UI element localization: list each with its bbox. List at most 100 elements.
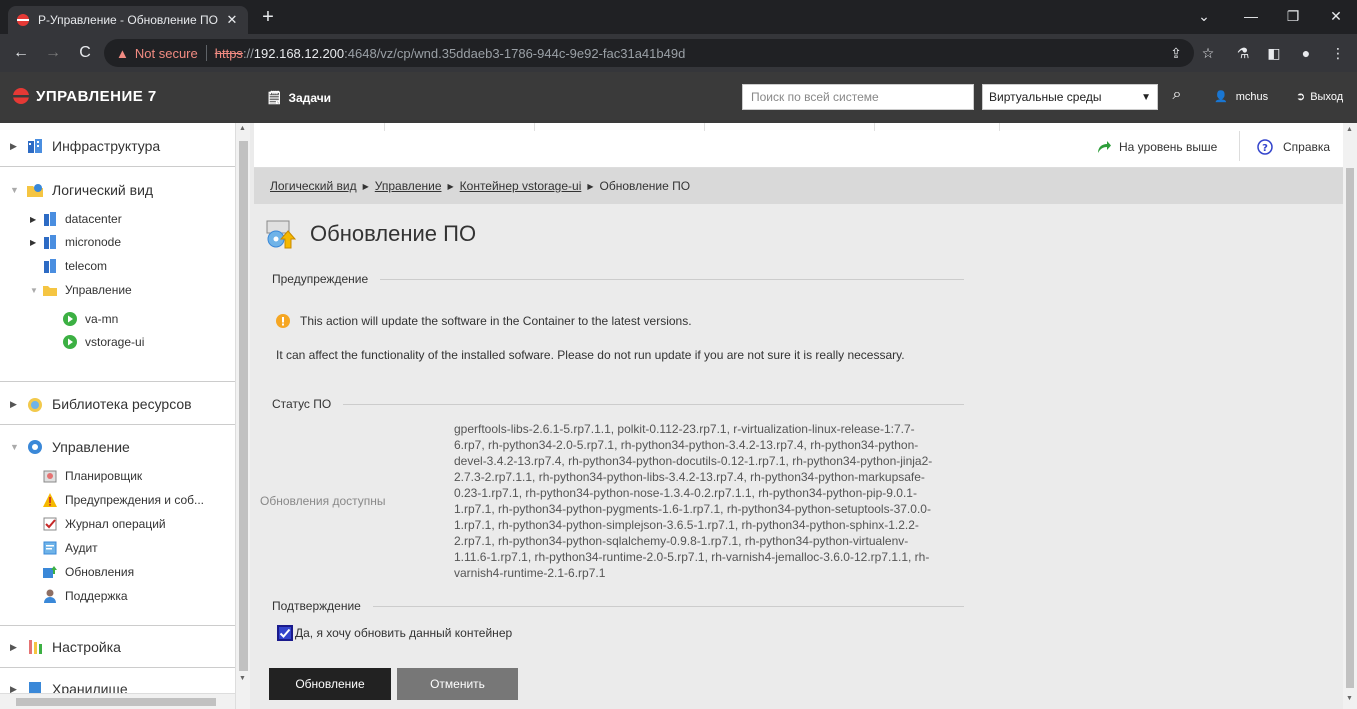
sidebar-section-infrastructure[interactable]: ▶ Инфраструктура (10, 137, 160, 155)
bookmark-star-icon[interactable]: ☆ (1198, 43, 1218, 63)
section-rule (372, 605, 964, 607)
browser-menu-icon[interactable]: ⋮ (1328, 43, 1348, 63)
browser-tab[interactable]: Р-Управление - Обновление ПО ✕ (8, 6, 248, 34)
forward-icon[interactable]: → (42, 42, 64, 64)
url-scheme: https (214, 45, 243, 61)
sidebar-section-logical-view[interactable]: ▼ Логический вид (10, 181, 153, 199)
sidebar-horizontal-scrollbar[interactable] (0, 693, 235, 709)
sidebar-item-label: telecom (65, 259, 108, 273)
sidebar-item-va-mn[interactable]: va-mn (62, 311, 118, 327)
package-line: devel-3.4.2-13.rp7.4, rh-python34-python… (454, 454, 933, 468)
confirm-label: Да, я хочу обновить данный контейнер (295, 626, 513, 640)
scroll-up-arrow-icon[interactable]: ▲ (239, 125, 246, 132)
expand-triangle-icon: ▶ (10, 140, 17, 151)
restore-icon[interactable]: ❐ (1278, 4, 1308, 28)
browser-tabbar: Р-Управление - Обновление ПО ✕ + ⌄ — ❐ ✕ (0, 0, 1357, 34)
updates-icon (43, 566, 57, 578)
updates-available-label: Обновления доступны (260, 494, 386, 508)
sidebar-section-management[interactable]: ▼ Управление (10, 438, 130, 456)
user-menu[interactable]: 👤 mchus (1214, 90, 1268, 104)
search-scope-value: Виртуальные среды (989, 90, 1102, 104)
sidebar-item-vstorage-ui[interactable]: vstorage-ui (62, 334, 144, 350)
sidebar-item-management-folder[interactable]: ▼ Управление (30, 282, 132, 298)
share-icon[interactable]: ⇪ (1166, 43, 1186, 63)
status-section-header: Статус ПО (272, 397, 964, 411)
reload-icon[interactable]: C (74, 42, 96, 64)
operation-log-icon (43, 517, 57, 531)
extension-flask-icon[interactable]: ⚗ (1233, 43, 1253, 63)
back-icon[interactable]: ← (10, 42, 32, 64)
scroll-up-arrow-icon[interactable]: ▲ (1346, 126, 1353, 133)
breadcrumb-management[interactable]: Управление (375, 179, 442, 193)
confirm-checkbox[interactable] (277, 625, 293, 641)
sidebar-section-label: Инфраструктура (52, 138, 161, 154)
side-panel-icon[interactable]: ◧ (1264, 43, 1284, 63)
global-search-input[interactable] (742, 84, 974, 110)
scrollbar-thumb[interactable] (239, 141, 248, 671)
help-link[interactable]: ? Справка (1257, 139, 1330, 155)
toolbar-tick (534, 123, 535, 131)
tab-title: Р-Управление - Обновление ПО (38, 13, 218, 27)
collapse-triangle-icon: ▼ (30, 285, 38, 295)
app-header: УПРАВЛЕНИЕ 7 🗒 Задачи Виртуальные среды … (0, 72, 1357, 123)
package-line: 1.rp7.1, rh-python34-python-simplejson-3… (454, 518, 919, 532)
sidebar-item-label: Управление (65, 283, 132, 297)
page-title: Обновление ПО (310, 221, 477, 246)
checkmark-icon (279, 628, 291, 638)
sidebar-item-updates[interactable]: Обновления (42, 564, 134, 580)
package-line: 6.rp7, rh-python34-2.0-5.rp7.1, rh-pytho… (454, 438, 919, 452)
sidebar-item-label: Предупреждения и соб... (65, 493, 205, 507)
scrollbar-thumb[interactable] (16, 698, 216, 706)
app-logo[interactable]: УПРАВЛЕНИЕ 7 (12, 87, 157, 105)
sidebar-item-telecom[interactable]: telecom (42, 258, 107, 274)
logout-link[interactable]: ➲ Выход (1296, 90, 1343, 104)
minimize-icon[interactable]: — (1236, 4, 1266, 28)
up-level-link[interactable]: На уровень выше (1096, 139, 1217, 155)
profile-icon[interactable]: ● (1296, 43, 1316, 63)
main-vertical-scrollbar[interactable]: ▲ ▼ (1343, 123, 1357, 709)
tasks-link[interactable]: 🗒 Задачи (266, 90, 331, 106)
sidebar-item-scheduler[interactable]: Планировщик (42, 468, 142, 484)
support-person-icon (44, 589, 56, 603)
close-window-icon[interactable]: ✕ (1321, 4, 1351, 28)
warning-triangle-icon: ▲ (116, 45, 129, 61)
scroll-down-arrow-icon[interactable]: ▼ (1346, 695, 1353, 702)
warning-text: This action will update the software in … (300, 314, 692, 328)
scheduler-icon (43, 470, 57, 483)
settings-tools-icon (29, 640, 42, 654)
toolbar-tick (999, 123, 1000, 131)
svg-text:?: ? (1262, 143, 1268, 154)
new-tab-button[interactable]: + (256, 7, 280, 29)
sidebar-item-datacenter[interactable]: ▶ datacenter (30, 211, 122, 227)
address-bar[interactable]: ▲ Not secure https :// 192.168.12.200 :4… (104, 39, 1194, 67)
warning-detail-text: It can affect the functionality of the i… (276, 348, 905, 362)
tab-search-icon[interactable]: ⌄ (1189, 4, 1219, 28)
not-secure-label[interactable]: Not secure (135, 46, 198, 61)
sidebar-item-micronode[interactable]: ▶ micronode (30, 234, 121, 250)
breadcrumb-container[interactable]: Контейнер vstorage-ui (460, 179, 582, 193)
main-content: На уровень выше ? Справка Логический вид… (250, 123, 1357, 709)
sidebar-item-support[interactable]: Поддержка (42, 588, 128, 604)
search-scope-select[interactable]: Виртуальные среды ▼ (982, 84, 1158, 110)
confirm-checkbox-row[interactable]: Да, я хочу обновить данный контейнер (277, 625, 512, 641)
sidebar-section-resource-library[interactable]: ▶ Библиотека ресурсов (10, 395, 192, 413)
sidebar-vertical-scrollbar[interactable]: ▲ ▼ (235, 123, 250, 709)
sidebar-item-operation-log[interactable]: Журнал операций (42, 516, 166, 532)
audit-icon (43, 541, 57, 555)
sidebar-divider (0, 381, 235, 382)
sidebar-section-settings[interactable]: ▶ Настройка (10, 638, 121, 656)
sidebar-item-alerts[interactable]: Предупреждения и соб... (42, 492, 204, 508)
warning-message: This action will update the software in … (276, 314, 692, 328)
scrollbar-thumb[interactable] (1346, 168, 1354, 688)
section-title: Статус ПО (272, 397, 332, 411)
expand-triangle-icon: ▶ (10, 398, 17, 409)
scroll-down-arrow-icon[interactable]: ▼ (239, 675, 246, 682)
breadcrumb-logical-view[interactable]: Логический вид (270, 179, 357, 193)
confirm-section-header: Подтверждение (272, 599, 964, 613)
cancel-button[interactable]: Отменить (397, 668, 518, 700)
sidebar-item-audit[interactable]: Аудит (42, 540, 98, 556)
search-icon[interactable]: ⌕ (1167, 86, 1187, 106)
tab-close-icon[interactable]: ✕ (224, 12, 240, 28)
warning-triangle-icon (43, 493, 57, 507)
update-button[interactable]: Обновление (269, 668, 391, 700)
